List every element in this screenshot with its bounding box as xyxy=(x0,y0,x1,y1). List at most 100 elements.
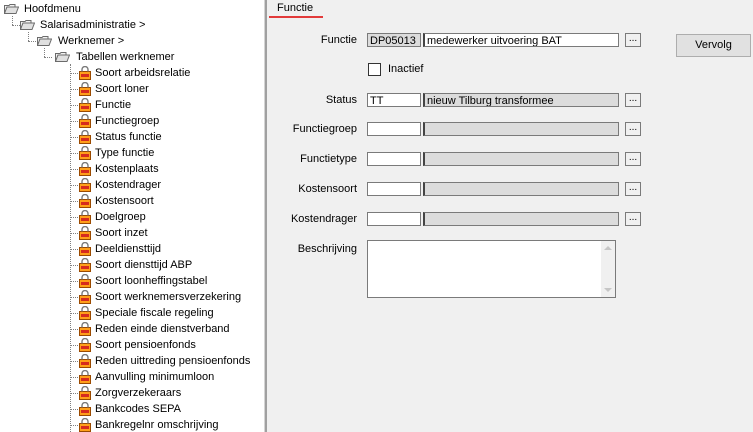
tree-connector xyxy=(70,393,78,394)
status-code-field[interactable]: TT xyxy=(367,93,421,107)
scroll-up-arrow-icon[interactable] xyxy=(604,246,612,250)
tree-item-label: Soort arbeidsrelatie xyxy=(95,67,191,79)
tree-connector xyxy=(70,265,78,266)
kostendrager-description-field xyxy=(423,212,619,226)
status-description-field: nieuw Tilburg transformee xyxy=(423,93,619,107)
kostensoort-lookup-button[interactable]: ... xyxy=(625,182,641,196)
tree-item-label: Doelgroep xyxy=(95,211,146,223)
tree-item-label: Speciale fiscale regeling xyxy=(95,307,214,319)
navigation-tree: Hoofdmenu Salarisadministratie > Werknem… xyxy=(0,0,264,432)
table-item-icon xyxy=(79,226,91,240)
tree-connector xyxy=(70,297,78,298)
functie-form: Functie Vervolg Functie DP05013 medewerk… xyxy=(267,0,753,432)
tree-item-label: Functie xyxy=(95,99,132,111)
tree-item-label: Status functie xyxy=(95,131,162,143)
scroll-down-arrow-icon[interactable] xyxy=(604,288,612,292)
tree-connector xyxy=(28,41,36,42)
table-item-icon xyxy=(79,370,91,384)
tree-connector xyxy=(70,201,78,202)
tree-node-label: Hoofdmenu xyxy=(24,3,81,15)
functie-lookup-button[interactable]: ... xyxy=(625,33,641,47)
tree-item-label: Soort inzet xyxy=(95,227,148,239)
table-item-icon xyxy=(79,386,91,400)
functietype-label: Functietype xyxy=(300,153,357,165)
folder-open-icon xyxy=(20,20,35,30)
table-item-icon xyxy=(79,274,91,288)
table-item-icon xyxy=(79,322,91,336)
kostensoort-description-field xyxy=(423,182,619,196)
tree-item-label: Bankcodes SEPA xyxy=(95,403,182,415)
table-item-icon xyxy=(79,210,91,224)
tree-item-label: Kostendrager xyxy=(95,179,162,191)
tree-item-label: Reden einde dienstverband xyxy=(95,323,230,335)
table-item-icon xyxy=(79,82,91,96)
tree-connector xyxy=(70,425,78,426)
table-item-icon xyxy=(79,338,91,352)
kostensoort-code-field[interactable] xyxy=(367,182,421,196)
status-lookup-button[interactable]: ... xyxy=(625,93,641,107)
table-item-icon xyxy=(79,98,91,112)
tree-item-label: Kostenplaats xyxy=(95,163,159,175)
table-item-icon xyxy=(79,242,91,256)
tree-item-label: Soort loonheffingstabel xyxy=(95,275,208,287)
table-item-icon xyxy=(79,290,91,304)
tree-node-label: Werknemer > xyxy=(58,35,125,47)
functietype-code-field[interactable] xyxy=(367,152,421,166)
tree-connector xyxy=(70,137,78,138)
tree-connector xyxy=(12,25,20,26)
vervolg-button[interactable]: Vervolg xyxy=(676,34,751,57)
inactief-checkbox[interactable] xyxy=(368,63,381,76)
functie-description-field[interactable]: medewerker uitvoering BAT xyxy=(423,33,619,47)
folder-open-icon xyxy=(55,52,70,62)
tree-connector xyxy=(70,233,78,234)
functiegroep-code-field[interactable] xyxy=(367,122,421,136)
tree-connector xyxy=(44,48,45,57)
tree-item-label: Kostensoort xyxy=(95,195,154,207)
tree-connector xyxy=(70,73,78,74)
tree-connector xyxy=(70,105,78,106)
functie-code-field[interactable]: DP05013 xyxy=(367,33,421,47)
functietype-lookup-button[interactable]: ... xyxy=(625,152,641,166)
tree-item-label: Soort werknemersverzekering xyxy=(95,291,242,303)
table-item-icon xyxy=(79,178,91,192)
kostendrager-lookup-button[interactable]: ... xyxy=(625,212,641,226)
kostendrager-label: Kostendrager xyxy=(290,213,357,225)
tree-item-label: Deeldiensttijd xyxy=(95,243,162,255)
tree-connector xyxy=(70,377,78,378)
tree-item-label: Reden uittreding pensioenfonds xyxy=(95,355,251,367)
tree-connector xyxy=(70,313,78,314)
kostendrager-code-field[interactable] xyxy=(367,212,421,226)
inactief-label: Inactief xyxy=(388,63,424,75)
functiegroep-label: Functiegroep xyxy=(292,123,357,135)
tree-connector xyxy=(70,153,78,154)
table-item-icon xyxy=(79,306,91,320)
tree-connector xyxy=(70,121,78,122)
beschrijving-textarea[interactable] xyxy=(367,240,616,298)
table-item-icon xyxy=(79,146,91,160)
tree-connector xyxy=(70,169,78,170)
tree-item-label: Type functie xyxy=(95,147,155,159)
tree-item-label: Bankregelnr omschrijving xyxy=(95,419,219,431)
tree-connector xyxy=(70,185,78,186)
tree-connector xyxy=(12,16,13,25)
folder-open-icon xyxy=(4,4,19,14)
tree-item-label: Soort loner xyxy=(95,83,149,95)
table-item-icon xyxy=(79,354,91,368)
beschrijving-scrollbar[interactable] xyxy=(601,241,615,297)
tree-item-label: Aanvulling minimumloon xyxy=(95,371,215,383)
tab-functie[interactable]: Functie xyxy=(271,1,319,16)
tree-connector xyxy=(70,89,78,90)
functiegroep-lookup-button[interactable]: ... xyxy=(625,122,641,136)
status-label: Status xyxy=(325,94,357,106)
tree-item-label: Functiegroep xyxy=(95,115,160,127)
tree-item-label: Soort diensttijd ABP xyxy=(95,259,193,271)
tree-connector xyxy=(70,409,78,410)
tree-connector xyxy=(70,345,78,346)
tree-connector xyxy=(70,281,78,282)
tree-node-label: Tabellen werknemer xyxy=(76,51,175,63)
folder-open-icon xyxy=(37,36,52,46)
functiegroep-description-field xyxy=(423,122,619,136)
tree-item-label: Zorgverzekeraars xyxy=(95,387,182,399)
functietype-description-field xyxy=(423,152,619,166)
table-item-icon xyxy=(79,418,91,432)
